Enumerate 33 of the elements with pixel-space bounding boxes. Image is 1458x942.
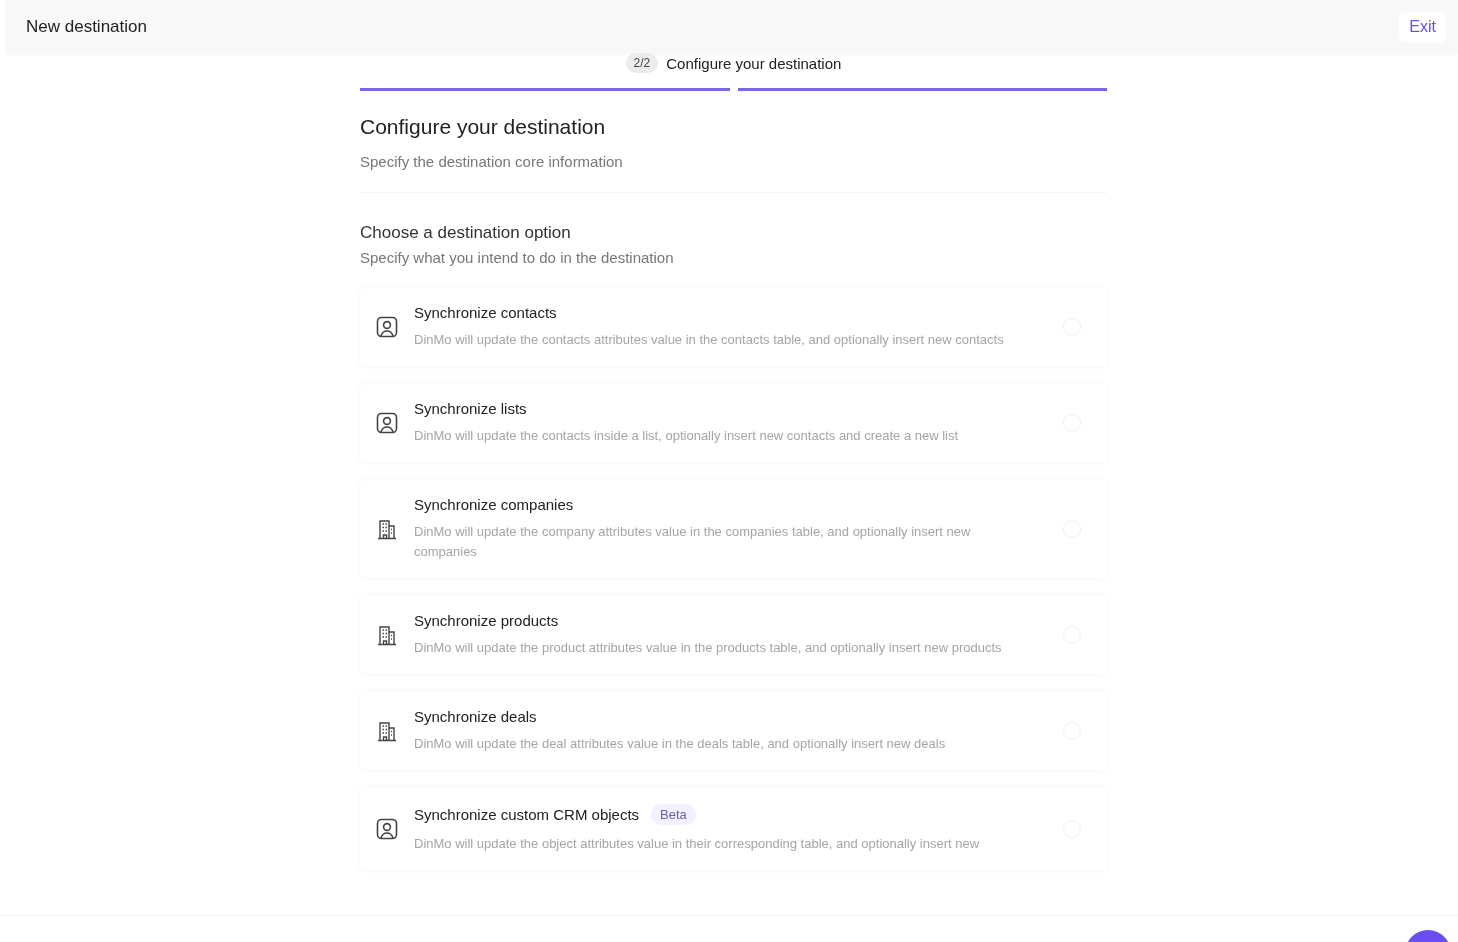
option-card[interactable]: Synchronize lists DinMo will update the contacts inside a list, optionally insert new contacts and create a new list: [360, 384, 1107, 462]
user-icon: [376, 316, 398, 338]
option-description: DinMo will update the object attributes value in their corresponding table, and optionally insert new: [414, 835, 981, 853]
option-description: DinMo will update the contacts attributes value in the contacts table, and optionally insert new contacts: [414, 331, 1005, 349]
option-description: DinMo will update the deal attributes value in the deals table, and optionally insert new deals: [414, 735, 947, 753]
option-title: Synchronize lists: [414, 400, 527, 417]
user-icon: [376, 818, 398, 840]
option-title: Synchronize custom CRM objects: [414, 806, 640, 823]
building-icon: [376, 518, 398, 540]
user-icon: [376, 412, 398, 434]
option-card[interactable]: Synchronize products DinMo will update the product attributes value in the products table, and optionally insert new products: [360, 596, 1107, 674]
option-description: DinMo will update the product attributes value in the products table, and optionally insert new products: [414, 639, 1003, 657]
option-description: DinMo will update the contacts inside a list, optionally insert new contacts and create a new list: [414, 427, 960, 445]
option-title: Synchronize contacts: [414, 304, 557, 321]
option-title: Synchronize deals: [414, 708, 537, 725]
option-card[interactable]: Synchronize custom CRM objects Beta DinMo will update the object attributes value in their corresponding table, and optionally insert new: [360, 788, 1107, 870]
building-icon: [376, 624, 398, 646]
exit-button[interactable]: Exit: [1399, 11, 1446, 42]
step-badge: 2/2: [625, 53, 659, 73]
building-icon: [376, 720, 398, 742]
option-card[interactable]: Synchronize contacts DinMo will update the contacts attributes value in the contacts table, and optionally insert new contacts: [360, 288, 1107, 366]
option-title: Synchronize products: [414, 612, 559, 629]
option-description: DinMo will update the company attributes value in the companies table, and optionally insert new companies: [414, 523, 972, 561]
beta-badge: Beta: [651, 804, 696, 825]
option-heading: Choose a destination option: [360, 223, 572, 243]
option-card[interactable]: Synchronize deals DinMo will update the deal attributes value in the deals table, and optionally insert new deals: [360, 692, 1107, 770]
page-title: New destination: [26, 16, 147, 37]
option-title: Synchronize companies: [414, 496, 574, 513]
section-subtitle: Specify the destination core information: [360, 153, 624, 170]
option-card[interactable]: Synchronize companies DinMo will update the company attributes value in the companies table, and optionally insert new companies: [360, 480, 1107, 578]
option-subtitle: Specify what you intend to do in the destination: [360, 249, 675, 266]
step-label: Configure your destination: [666, 54, 842, 72]
section-heading: Configure your destination: [360, 115, 607, 139]
